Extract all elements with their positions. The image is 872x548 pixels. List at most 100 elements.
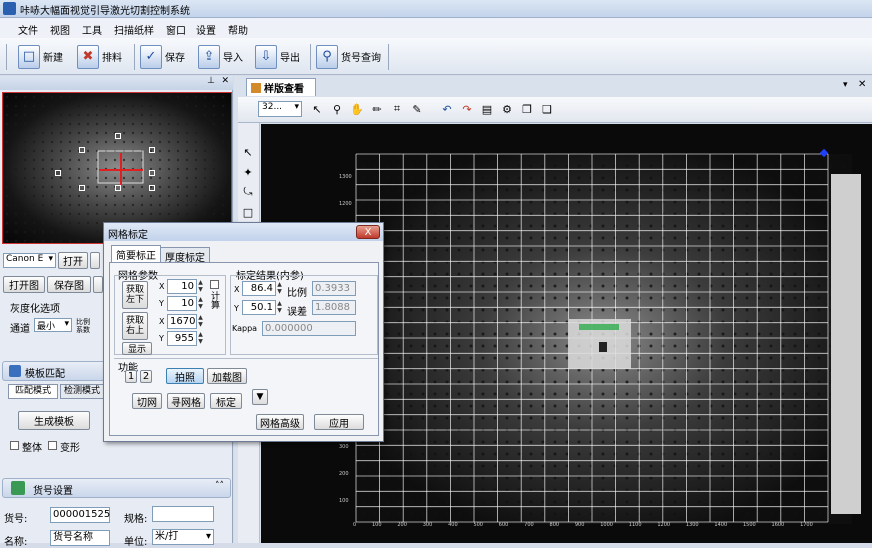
new-button[interactable]: □ 新建 (18, 41, 63, 72)
capture-button[interactable]: 拍照 (166, 368, 204, 384)
export-button[interactable]: ⇩ 导出 (255, 41, 300, 72)
nesting-button[interactable]: ✖ 排料 (77, 41, 122, 72)
y2-spinner[interactable]: ▲ ▼ (197, 331, 204, 345)
expand-icon: ▼ (256, 392, 264, 402)
goods-no-label: 货号: (4, 514, 28, 525)
roi-handle[interactable] (149, 185, 155, 191)
menu-file[interactable]: 文件 (18, 22, 38, 37)
rx-input[interactable]: 86.4 (242, 281, 276, 296)
measure-icon[interactable]: ✏ (370, 102, 384, 116)
crop-icon[interactable]: ⌗ (390, 102, 404, 116)
open-camera-button[interactable]: 打开 (58, 252, 88, 269)
get-right-top-button[interactable]: 获取右上 (122, 312, 148, 340)
collapse-icon[interactable]: ˄˄ (215, 481, 224, 491)
name-input[interactable]: 货号名称 (50, 530, 110, 546)
more-button[interactable] (90, 252, 100, 269)
import-button[interactable]: ⇪ 导入 (198, 41, 243, 72)
tab-detect-mode[interactable]: 检测模式 (60, 384, 104, 399)
menu-tools[interactable]: 工具 (82, 22, 102, 37)
find-grid-button[interactable]: 寻网格 (167, 393, 205, 409)
ry-spinner[interactable]: ▲ ▼ (276, 300, 283, 314)
x1-input[interactable]: 10 (167, 279, 197, 294)
roi-handle[interactable] (149, 147, 155, 153)
error-label: 误差 (287, 307, 307, 318)
open-image-button[interactable]: 打开图 (3, 276, 45, 293)
pin-icon[interactable]: ⊥ (207, 76, 215, 86)
gray-options-title: 灰度化选项 (10, 304, 60, 315)
menu-settings[interactable]: 设置 (196, 22, 216, 37)
flip-icon[interactable]: ▤ (480, 102, 494, 116)
channel-select[interactable]: 最小 ▾ (34, 318, 72, 332)
save-icon: ✓ (140, 44, 162, 69)
cut-net-button[interactable]: 切网 (132, 393, 162, 409)
camera-select[interactable]: Canon E ▾ (3, 253, 56, 268)
save-button[interactable]: ✓ 保存 (140, 41, 185, 72)
pointer-icon[interactable]: ↖ (310, 102, 324, 116)
apply-button[interactable]: 应用 (314, 414, 364, 430)
page-2-button[interactable]: 2 (140, 370, 152, 383)
roi-handle[interactable] (115, 133, 121, 139)
tab-thickness-calibration[interactable]: 厚度标定 (160, 247, 210, 264)
x1-spinner[interactable]: ▲ ▼ (197, 279, 204, 293)
menu-bar: 文件 视图 工具 扫描纸样 窗口 设置 帮助 (0, 18, 872, 38)
goods-no-input[interactable]: 000001525 (50, 507, 110, 523)
more-button-2[interactable] (93, 276, 103, 293)
menu-window[interactable]: 窗口 (166, 22, 186, 37)
dropdown-icon[interactable]: ▾ (843, 80, 848, 90)
goods-query-button[interactable]: ⚲ 货号查询 (316, 41, 381, 72)
calc-checkbox[interactable] (210, 280, 219, 289)
roi-handle[interactable] (79, 185, 85, 191)
menu-scan[interactable]: 扫描纸样 (114, 22, 154, 37)
dialog-close-button[interactable]: X (356, 225, 380, 239)
close-icon[interactable]: ✕ (221, 76, 229, 86)
save-image-button[interactable]: 保存图 (47, 276, 91, 293)
unit-label: 单位: (124, 537, 148, 548)
connect-icon[interactable]: ⤿ (241, 185, 255, 199)
roi-handle[interactable] (149, 170, 155, 176)
show-button[interactable]: 显示 (122, 342, 152, 355)
brush-icon[interactable]: ✎ (410, 102, 424, 116)
page-1-button[interactable]: 1 (125, 370, 137, 383)
generate-template-button[interactable]: 生成模板 (18, 411, 90, 430)
expand-button[interactable]: ▼ (252, 389, 268, 405)
roi-handle[interactable] (55, 170, 61, 176)
x-axis-ticks: 0 100 200 300 400 500 600 700 800 900 1000 1100 1200… (353, 522, 813, 528)
tab-match-mode[interactable]: 匹配模式 (8, 384, 58, 399)
menu-help[interactable]: 帮助 (228, 22, 248, 37)
hand-icon[interactable]: ✋ (350, 102, 364, 116)
load-image-button[interactable]: 加载图 (207, 368, 247, 384)
spec-input[interactable] (152, 506, 214, 522)
ry-input[interactable]: 50.1 (242, 300, 276, 315)
node-icon[interactable]: ✦ (241, 165, 255, 179)
redo-icon[interactable]: ↷ (460, 102, 474, 116)
menu-view[interactable]: 视图 (50, 22, 70, 37)
y1-spinner[interactable]: ▲ ▼ (197, 296, 204, 310)
export-icon: ⇩ (255, 44, 277, 69)
settings-icon[interactable]: ⚙ (500, 102, 514, 116)
y2-input[interactable]: 955 (167, 331, 197, 346)
goods-settings-header[interactable]: 货号设置 ˄˄ (2, 478, 231, 498)
get-left-bottom-button[interactable]: 获取左下 (122, 281, 148, 309)
y1-input[interactable]: 10 (167, 296, 197, 311)
tab-brief-calibration[interactable]: 简要标正 (111, 245, 161, 262)
paste-icon[interactable]: ❑ (540, 102, 554, 116)
roi-handle[interactable] (115, 185, 121, 191)
tab-pattern-view[interactable]: 样版查看 (246, 78, 316, 96)
rectangle-icon[interactable]: □ (241, 205, 255, 219)
dialog-title: 网格标定 (108, 230, 148, 241)
zoom-select[interactable]: 32... ▾ (258, 101, 302, 117)
zoom-icon[interactable]: ⚲ (330, 102, 344, 116)
grid-advanced-button[interactable]: 网格高级 (256, 414, 304, 430)
roi-handle[interactable] (79, 147, 85, 153)
calibrate-button[interactable]: 标定 (210, 393, 242, 409)
rx-spinner[interactable]: ▲ ▼ (276, 281, 283, 295)
select-icon[interactable]: ↖ (241, 145, 255, 159)
whole-checkbox[interactable] (10, 441, 19, 450)
deform-checkbox[interactable] (48, 441, 57, 450)
mark-icon (599, 342, 607, 352)
copy-icon[interactable]: ❐ (520, 102, 534, 116)
undo-icon[interactable]: ↶ (440, 102, 454, 116)
close-doc-icon[interactable]: ✕ (858, 79, 866, 90)
x2-spinner[interactable]: ▲ ▼ (197, 314, 204, 328)
x2-input[interactable]: 1670 (167, 314, 197, 329)
